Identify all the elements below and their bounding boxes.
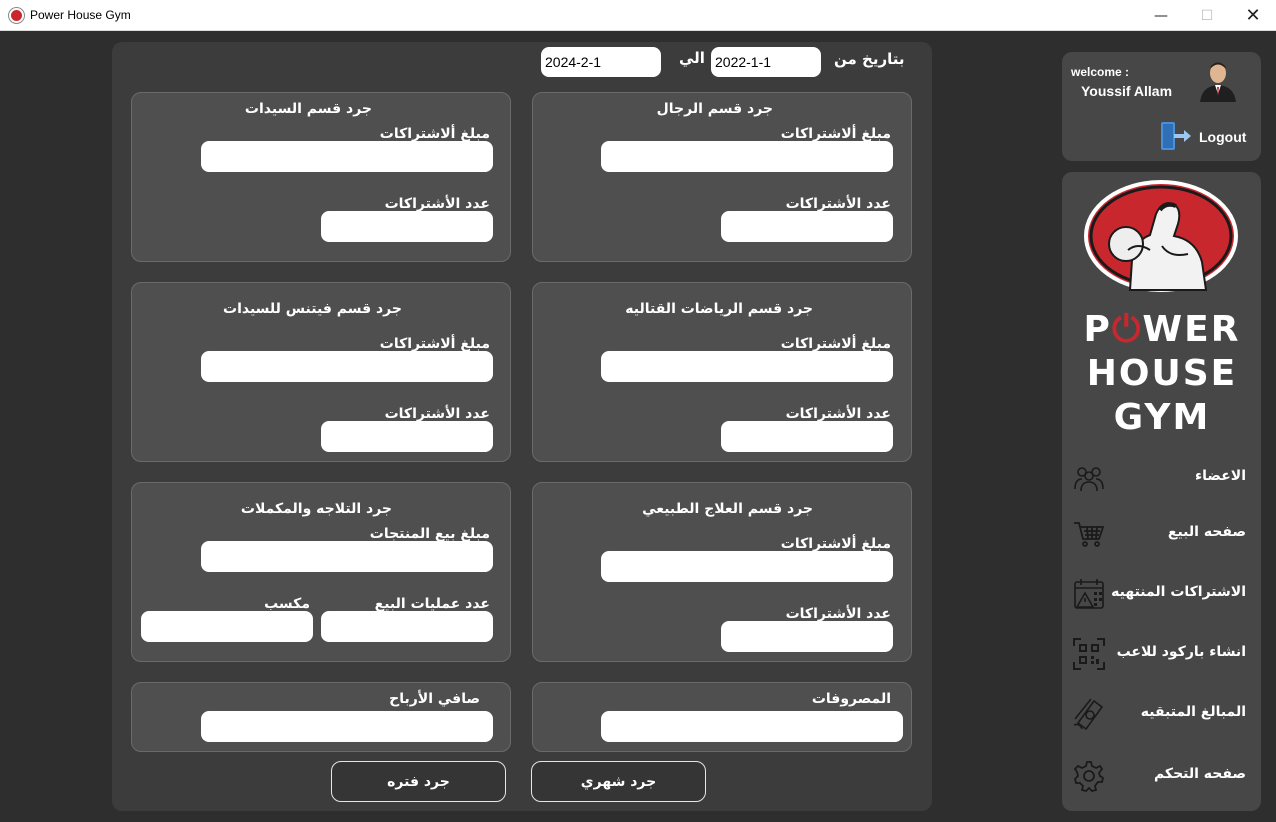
net-profit-label: صافي الأرباح (389, 691, 480, 707)
nav-sales-page-label: صفحه البيع (1167, 524, 1246, 540)
nav-control-panel-label: صفحه التحكم (1153, 766, 1246, 782)
date-from-label: بتاريخ من (834, 50, 905, 68)
date-to-label: الي (679, 49, 705, 67)
money-icon (1073, 698, 1104, 731)
women-section-title: جرد قسم السيدات (244, 101, 372, 117)
profit-field[interactable] (141, 611, 313, 642)
user-name: Youssif Allam (1081, 83, 1173, 99)
net-profit-field[interactable] (201, 711, 493, 742)
men-count-label: عدد الأشتراكات (785, 196, 891, 212)
expenses-label: المصروفات (811, 691, 891, 707)
minimize-button[interactable]: — (1138, 0, 1184, 31)
women-fitness-section-title: جرد قسم فيتنس للسيدات (223, 301, 402, 317)
nav-members-label: الاعضاء (1195, 468, 1246, 484)
close-button[interactable]: ✕ (1230, 0, 1276, 31)
men-section-card: جرد قسم الرجال مبلغ ألاشتراكات عدد الأشت… (532, 92, 912, 262)
app-body: بتاريخ من الي جرد قسم الرجال مبلغ ألاشتر… (0, 31, 1276, 822)
nav-members[interactable]: الاعضاء (1070, 458, 1254, 498)
men-amount-field[interactable] (601, 141, 893, 172)
logo-text: P⏻WER HOUSE GYM (1083, 309, 1241, 438)
nav-expired-subscriptions-label: الاشتراكات المنتهيه (1111, 584, 1246, 600)
women-count-field[interactable] (321, 211, 493, 242)
physio-section-card: جرد قسم العلاج الطبيعي مبلغ ألاشتراكات ع… (532, 482, 912, 662)
user-avatar-icon (1200, 62, 1236, 102)
calendar-alert-icon (1074, 579, 1104, 609)
women-amount-label: مبلغ ألاشتراكات (379, 126, 490, 142)
nav-create-barcode-label: انشاء باركود للاعب (1116, 644, 1246, 660)
profit-label: مكسب (264, 596, 310, 612)
sales-count-label: عدد عمليات البيع (374, 596, 490, 612)
fridge-section-title: جرد التلاجه والمكملات (240, 501, 392, 517)
window-title: Power House Gym (30, 8, 131, 22)
physio-amount-label: مبلغ ألاشتراكات (780, 536, 891, 552)
women-fitness-amount-field[interactable] (201, 351, 493, 382)
period-inventory-button[interactable]: جرد فتره (331, 761, 506, 802)
net-profit-card: صافي الأرباح (131, 682, 511, 752)
gear-icon (1073, 761, 1105, 792)
product-sales-amount-label: مبلغ بيع المنتجات (369, 526, 490, 542)
men-section-title: جرد قسم الرجال (656, 101, 773, 117)
martial-arts-section-card: جرد قسم الرياضات القتاليه مبلغ ألاشتراكا… (532, 282, 912, 462)
nav-create-barcode[interactable]: انشاء باركود للاعب (1070, 634, 1254, 674)
product-sales-amount-field[interactable] (201, 541, 493, 572)
martial-arts-count-field[interactable] (721, 421, 893, 452)
women-count-label: عدد الأشتراكات (384, 196, 490, 212)
monthly-inventory-button[interactable]: جرد شهري (531, 761, 706, 802)
women-section-card: جرد قسم السيدات مبلغ ألاشتراكات عدد الأش… (131, 92, 511, 262)
date-from-input[interactable] (711, 47, 821, 77)
women-fitness-section-card: جرد قسم فيتنس للسيدات مبلغ ألاشتراكات عد… (131, 282, 511, 462)
fridge-section-card: جرد التلاجه والمكملات مبلغ بيع المنتجات … (131, 482, 511, 662)
logout-icon[interactable] (1160, 120, 1192, 152)
members-icon (1074, 467, 1104, 492)
logout-button[interactable]: Logout (1199, 129, 1246, 145)
martial-arts-section-title: جرد قسم الرياضات القتاليه (625, 301, 813, 317)
app-logo-icon (9, 8, 24, 23)
martial-arts-amount-field[interactable] (601, 351, 893, 382)
welcome-label: welcome : (1071, 65, 1130, 79)
physio-amount-field[interactable] (601, 551, 893, 582)
nav-remaining-amounts[interactable]: المبالغ المتبقيه (1070, 694, 1254, 734)
user-panel: welcome : Youssif Allam Logout (1062, 52, 1261, 161)
expenses-card: المصروفات (532, 682, 912, 752)
qr-code-icon (1073, 638, 1105, 670)
women-amount-field[interactable] (201, 141, 493, 172)
men-amount-label: مبلغ ألاشتراكات (780, 126, 891, 142)
date-to-input[interactable] (541, 47, 661, 77)
women-fitness-count-label: عدد الأشتراكات (384, 406, 490, 422)
nav-remaining-amounts-label: المبالغ المتبقيه (1140, 704, 1246, 720)
expenses-field[interactable] (601, 711, 903, 742)
physio-count-field[interactable] (721, 621, 893, 652)
inventory-panel: بتاريخ من الي جرد قسم الرجال مبلغ ألاشتر… (112, 42, 932, 811)
physio-section-title: جرد قسم العلاج الطبيعي (642, 501, 813, 517)
nav-control-panel[interactable]: صفحه التحكم (1070, 756, 1254, 796)
gym-logo: P⏻WER HOUSE GYM (1070, 180, 1254, 440)
physio-count-label: عدد الأشتراكات (785, 606, 891, 622)
women-fitness-count-field[interactable] (321, 421, 493, 452)
maximize-button[interactable]: ☐ (1184, 0, 1230, 31)
sidebar-nav: P⏻WER HOUSE GYM الاعضاء صفحه البيع الاشت… (1062, 172, 1261, 811)
cart-icon (1074, 522, 1105, 547)
window-titlebar: Power House Gym — ☐ ✕ (0, 0, 1276, 31)
martial-arts-count-label: عدد الأشتراكات (785, 406, 891, 422)
nav-expired-subscriptions[interactable]: الاشتراكات المنتهيه (1070, 574, 1254, 614)
sales-count-field[interactable] (321, 611, 493, 642)
nav-sales-page[interactable]: صفحه البيع (1070, 514, 1254, 554)
men-count-field[interactable] (721, 211, 893, 242)
martial-arts-amount-label: مبلغ ألاشتراكات (780, 336, 891, 352)
women-fitness-amount-label: مبلغ ألاشتراكات (379, 336, 490, 352)
